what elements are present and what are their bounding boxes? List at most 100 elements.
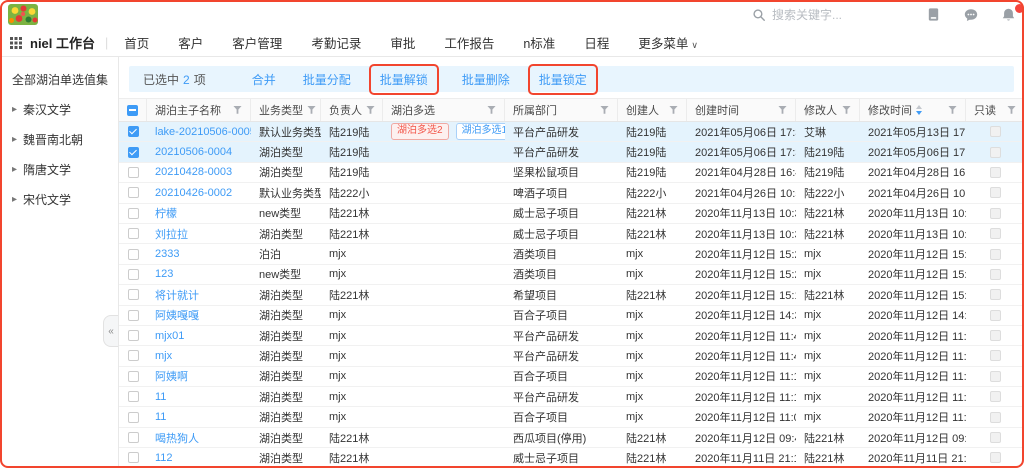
row-checkbox[interactable] <box>128 167 139 178</box>
row-checkbox[interactable] <box>128 228 139 239</box>
nav-item[interactable]: n标准 <box>523 33 555 52</box>
row-checkbox[interactable] <box>128 452 139 463</box>
sidebar-item[interactable]: ▸宋代文学 <box>12 191 118 208</box>
cell-created-time: 2020年11月11日 21:19 <box>687 450 796 466</box>
toolbar-action-button[interactable]: 批量删除 <box>462 71 510 88</box>
cell-name: 123 <box>147 268 251 280</box>
lake-name-link[interactable]: 阿姨嘎嘎 <box>155 310 199 322</box>
lake-name-link[interactable]: 123 <box>155 268 173 280</box>
table-header: 湖泊主子名称业务类型负责人湖泊多选所属部门创建人创建时间修改人修改时间只读 <box>119 98 1024 122</box>
row-checkbox[interactable] <box>128 330 139 341</box>
cell-modifier: mjx <box>796 391 860 403</box>
notebook-icon[interactable] <box>926 7 941 22</box>
column-header-modifier: 修改人 <box>796 99 860 121</box>
lake-table: 湖泊主子名称业务类型负责人湖泊多选所属部门创建人创建时间修改人修改时间只读 la… <box>119 98 1024 467</box>
column-header-creator: 创建人 <box>618 99 687 121</box>
toolbar-action-button[interactable]: 批量分配 <box>303 71 351 88</box>
row-checkbox[interactable] <box>128 432 139 443</box>
cell-modified-time: 2021年05月13日 17:43 <box>860 124 966 140</box>
readonly-checkbox <box>990 412 1001 423</box>
row-checkbox[interactable] <box>128 249 139 260</box>
row-checkbox[interactable] <box>128 126 139 137</box>
cell-created-time: 2020年11月12日 15:25 <box>687 266 796 282</box>
lake-name-link[interactable]: 11 <box>155 391 166 403</box>
filter-icon[interactable] <box>600 106 609 115</box>
filter-icon[interactable] <box>366 106 375 115</box>
lake-name-link[interactable]: mjx01 <box>155 330 184 342</box>
cell-creator: 陆221林 <box>618 226 687 242</box>
select-all-checkbox[interactable] <box>127 105 138 116</box>
table-row: mjx01湖泊类型mjx平台产品研发mjx2020年11月12日 11:46mj… <box>119 326 1024 346</box>
lake-name-link[interactable]: 20210426-0002 <box>155 187 232 199</box>
cell-modified-time: 2020年11月12日 11:46 <box>860 328 966 344</box>
row-checkbox[interactable] <box>128 147 139 158</box>
lake-name-link[interactable]: 20210428-0003 <box>155 166 232 178</box>
filter-icon[interactable] <box>233 106 242 115</box>
lake-name-link[interactable]: 刘拉拉 <box>155 229 188 241</box>
filter-icon[interactable] <box>307 106 316 115</box>
sidebar-item[interactable]: ▸魏晋南北朝 <box>12 131 118 148</box>
cell-readonly <box>966 187 1024 198</box>
cell-created-time: 2020年11月12日 15:15 <box>687 287 796 303</box>
sidebar-collapse-handle[interactable]: « <box>103 315 118 347</box>
lake-name-link[interactable]: 2333 <box>155 248 179 260</box>
nav-item[interactable]: 更多菜单∨ <box>638 33 698 52</box>
search-input[interactable] <box>772 8 882 22</box>
sidebar-item[interactable]: ▸秦汉文学 <box>12 101 118 118</box>
cell-select <box>119 228 147 239</box>
toolbar-action-button[interactable]: 合并 <box>252 71 276 88</box>
sidebar-item-label: 秦汉文学 <box>23 101 71 118</box>
filter-icon[interactable] <box>487 106 496 115</box>
lake-name-link[interactable]: lake-20210506-0005 <box>155 126 251 138</box>
filter-icon[interactable] <box>842 106 851 115</box>
filter-icon[interactable] <box>669 106 678 115</box>
apps-grid-icon[interactable] <box>10 37 22 49</box>
nav-item[interactable]: 客户管理 <box>232 33 282 52</box>
row-checkbox[interactable] <box>128 412 139 423</box>
filter-icon[interactable] <box>778 106 787 115</box>
cell-creator: 陆221林 <box>618 287 687 303</box>
filter-icon[interactable] <box>948 106 957 115</box>
cell-creator: mjx <box>618 391 687 403</box>
row-checkbox[interactable] <box>128 289 139 300</box>
cell-modified-time: 2020年11月13日 10:31 <box>860 205 966 221</box>
lake-name-link[interactable]: mjx <box>155 350 172 362</box>
selected-count: 2 <box>183 73 190 87</box>
sort-icon[interactable] <box>916 105 922 115</box>
row-checkbox[interactable] <box>128 208 139 219</box>
cell-created-time: 2020年11月12日 14:38 <box>687 307 796 323</box>
table-row: 将计就计湖泊类型陆221林希望项目陆221林2020年11月12日 15:15陆… <box>119 285 1024 305</box>
nav-item[interactable]: 考勤记录 <box>311 33 361 52</box>
lake-name-link[interactable]: 将计就计 <box>155 290 199 302</box>
row-checkbox[interactable] <box>128 350 139 361</box>
cell-select <box>119 167 147 178</box>
cell-creator: mjx <box>618 330 687 342</box>
lake-name-link[interactable]: 112 <box>155 452 173 464</box>
row-checkbox[interactable] <box>128 310 139 321</box>
lake-name-link[interactable]: 20210506-0004 <box>155 146 232 158</box>
lake-name-link[interactable]: 喝热狗人 <box>155 433 199 445</box>
row-checkbox[interactable] <box>128 391 139 402</box>
toolbar-action-button[interactable]: 批量解锁 <box>380 71 428 88</box>
nav-item[interactable]: 日程 <box>584 33 609 52</box>
chat-icon[interactable] <box>963 7 979 23</box>
row-checkbox[interactable] <box>128 371 139 382</box>
nav-item[interactable]: 审批 <box>390 33 415 52</box>
lake-name-link[interactable]: 阿姨啊 <box>155 371 188 383</box>
lake-name-link[interactable]: 柠檬 <box>155 208 177 220</box>
row-checkbox[interactable] <box>128 269 139 280</box>
row-checkbox[interactable] <box>128 187 139 198</box>
bell-icon[interactable] <box>1001 7 1016 23</box>
filter-icon[interactable] <box>1007 106 1016 115</box>
cell-readonly <box>966 432 1024 443</box>
nav-item[interactable]: 首页 <box>124 33 149 52</box>
lake-name-link[interactable]: 11 <box>155 411 166 423</box>
nav-item[interactable]: 工作报告 <box>444 33 494 52</box>
sidebar-item[interactable]: ▸隋唐文学 <box>12 161 118 178</box>
column-label-wrap: 修改时间 <box>868 102 922 118</box>
cell-modifier: 陆221林 <box>796 430 860 446</box>
cell-name: 阿姨啊 <box>147 368 251 384</box>
nav-item[interactable]: 客户 <box>178 33 203 52</box>
toolbar-action-button[interactable]: 批量锁定 <box>539 71 587 88</box>
readonly-checkbox <box>990 452 1001 463</box>
